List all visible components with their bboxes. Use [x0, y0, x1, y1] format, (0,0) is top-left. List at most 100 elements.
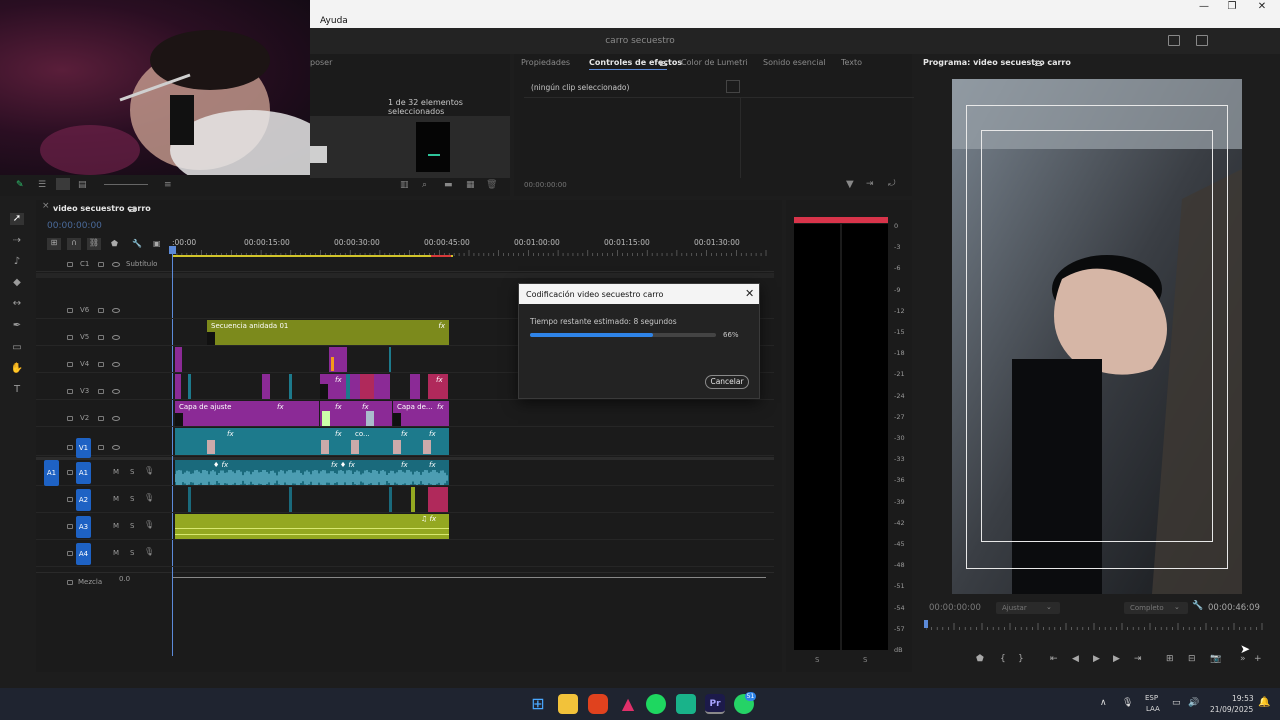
source-patch-a1[interactable]: A1: [44, 460, 59, 486]
mute-button[interactable]: M: [113, 468, 119, 476]
step-forward-icon[interactable]: ▶: [1113, 654, 1120, 664]
tab-sonido-esencial[interactable]: Sonido esencial: [763, 58, 826, 67]
tab-controles-efectos[interactable]: Controles de efectos: [589, 58, 682, 67]
share-icon[interactable]: [1196, 35, 1208, 46]
track-select-icon[interactable]: ⇢: [10, 235, 24, 247]
toggle-output-icon[interactable]: [98, 389, 104, 394]
spotify-icon[interactable]: [646, 694, 666, 714]
toggle-output-icon[interactable]: [98, 445, 104, 450]
lock-icon[interactable]: [67, 497, 73, 502]
list-view-icon[interactable]: ☰: [38, 180, 46, 190]
pen-tool-icon[interactable]: ✒: [10, 320, 24, 332]
bin-thumbnail-gray[interactable]: [310, 146, 327, 163]
find-icon[interactable]: ⌕: [422, 180, 427, 190]
mix-volume-line[interactable]: [172, 577, 766, 578]
captions-icon[interactable]: ▣: [153, 239, 161, 248]
maximize-icon[interactable]: ❐: [1222, 1, 1242, 13]
effects-expand-icon[interactable]: [726, 80, 740, 93]
tab-texto[interactable]: Texto: [841, 58, 862, 67]
lock-icon[interactable]: [67, 470, 73, 475]
new-bin-icon[interactable]: ▬: [444, 180, 453, 190]
solo-button[interactable]: S: [130, 468, 134, 476]
record-mic-icon[interactable]: 🎙: [144, 547, 154, 556]
freeform-view-icon[interactable]: ▤: [78, 180, 87, 190]
cancel-button[interactable]: Cancelar: [705, 375, 749, 389]
mark-out-icon[interactable]: }: [1018, 654, 1024, 664]
mute-button[interactable]: M: [113, 495, 119, 503]
microphone-icon[interactable]: 🎙: [1122, 698, 1133, 708]
close-icon[interactable]: ✕: [1252, 1, 1272, 13]
close-sequence-icon[interactable]: ×: [42, 201, 50, 211]
eye-icon[interactable]: [112, 445, 120, 450]
lock-icon[interactable]: [67, 335, 73, 340]
workspace-icon[interactable]: [1168, 35, 1180, 46]
mute-button[interactable]: M: [113, 549, 119, 557]
clock-date[interactable]: 21/09/2025: [1210, 705, 1253, 714]
zoom-slider[interactable]: [104, 184, 148, 185]
marker-icon[interactable]: ⬟: [976, 654, 984, 664]
nest-toggle-icon[interactable]: ⊞: [47, 238, 61, 250]
icon-view-icon[interactable]: [56, 178, 70, 190]
wrench-icon[interactable]: 🔧: [1192, 601, 1203, 611]
timeline-menu-icon[interactable]: [129, 207, 136, 208]
loop-icon[interactable]: ⤾: [888, 179, 896, 189]
toggle-output-icon[interactable]: [98, 416, 104, 421]
lock-icon[interactable]: [67, 551, 73, 556]
brave-icon[interactable]: [588, 694, 608, 714]
ripple-edit-icon[interactable]: ♪: [10, 256, 24, 268]
tab-color-lumetri[interactable]: Color de Lumetri: [681, 58, 748, 67]
lock-icon[interactable]: [67, 389, 73, 394]
timeline-timecode[interactable]: 00:00:00:00: [47, 221, 102, 231]
sequence-tab[interactable]: video secuestro carro: [53, 204, 151, 213]
fit-dropdown[interactable]: Ajustar ⌄: [996, 602, 1060, 614]
playhead-handle[interactable]: [169, 246, 176, 254]
record-mic-icon[interactable]: 🎙: [144, 520, 154, 529]
automate-icon[interactable]: ▥: [400, 180, 409, 190]
camera-icon[interactable]: 📷: [1210, 654, 1221, 664]
lock-icon[interactable]: [67, 262, 73, 267]
solo-button[interactable]: S: [130, 549, 134, 557]
track-label-v5[interactable]: V5: [80, 333, 89, 341]
arc-icon[interactable]: ▲: [618, 694, 638, 714]
track-target-a4[interactable]: A4: [76, 543, 91, 565]
tab-propiedades[interactable]: Propiedades: [521, 58, 570, 67]
track-label-v6[interactable]: V6: [80, 306, 89, 314]
hand-tool-icon[interactable]: ✋: [10, 363, 24, 375]
mix-value[interactable]: 0.0: [119, 575, 130, 583]
tab-project-partial[interactable]: poser: [310, 58, 332, 67]
program-menu-icon[interactable]: [1035, 61, 1042, 62]
file-explorer-icon[interactable]: [558, 694, 578, 714]
eye-icon[interactable]: [112, 308, 120, 313]
solo-button[interactable]: S: [130, 522, 134, 530]
track-target-a3[interactable]: A3: [76, 516, 91, 538]
clock-time[interactable]: 19:53: [1232, 694, 1254, 703]
play-icon[interactable]: ▶: [1093, 654, 1100, 664]
track-label-v3[interactable]: V3: [80, 387, 89, 395]
lock-icon[interactable]: [67, 362, 73, 367]
capcut-icon[interactable]: [676, 694, 696, 714]
windows-start-icon[interactable]: ⊞: [528, 694, 548, 714]
eye-icon[interactable]: [112, 416, 120, 421]
lock-icon[interactable]: [67, 445, 73, 450]
go-to-out-icon[interactable]: ⇥: [1134, 654, 1142, 664]
lock-icon[interactable]: [67, 308, 73, 313]
type-tool-icon[interactable]: T: [10, 384, 24, 396]
dialog-close-icon[interactable]: ✕: [745, 287, 754, 300]
add-marker-icon[interactable]: ⬟: [111, 239, 118, 248]
program-video-frame[interactable]: [952, 79, 1242, 594]
minimize-icon[interactable]: —: [1194, 1, 1214, 13]
toggle-output-icon[interactable]: [98, 362, 104, 367]
quality-dropdown[interactable]: Completo ⌄: [1124, 602, 1188, 614]
eye-icon[interactable]: [112, 389, 120, 394]
lock-icon[interactable]: [67, 524, 73, 529]
export-icon[interactable]: ⇥: [866, 179, 874, 189]
lock-icon[interactable]: [67, 580, 73, 585]
toggle-output-icon[interactable]: [98, 262, 104, 267]
record-mic-icon[interactable]: 🎙: [144, 493, 154, 502]
lock-icon[interactable]: [67, 416, 73, 421]
timeline-settings-icon[interactable]: 🔧: [132, 239, 142, 248]
meter-channel-right[interactable]: S: [863, 656, 867, 664]
track-label-v2[interactable]: V2: [80, 414, 89, 422]
tray-chevron-icon[interactable]: ∧: [1100, 698, 1107, 708]
mute-button[interactable]: M: [113, 522, 119, 530]
